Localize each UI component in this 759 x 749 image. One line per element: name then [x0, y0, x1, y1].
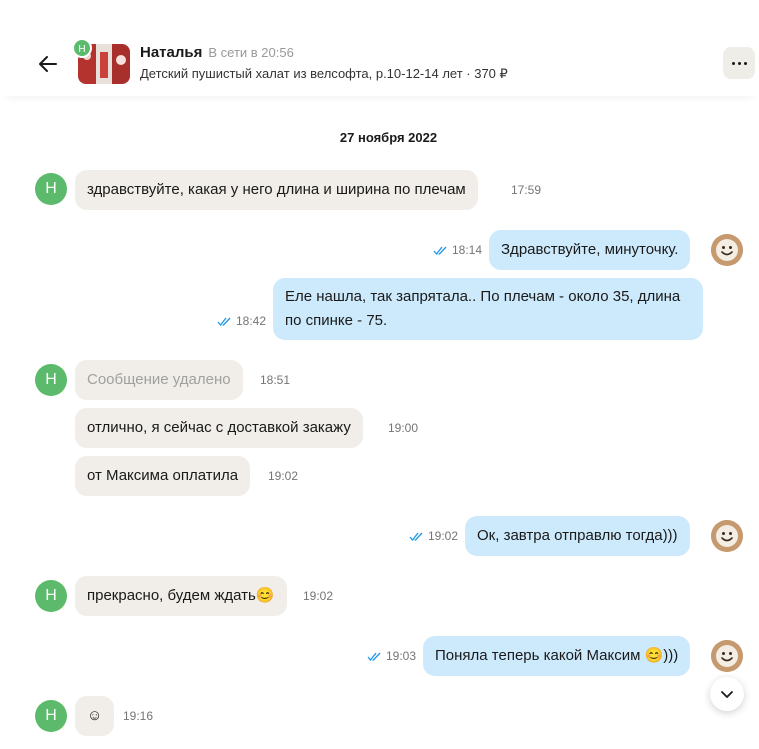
deleted-message-bubble: Сообщение удалено — [75, 360, 243, 400]
chat-header: Н Наталья В сети в 20:56 Детский пушистый… — [0, 0, 759, 96]
message-bubble-incoming[interactable]: от Максима оплатила — [75, 456, 251, 496]
message-time: 19:03 — [367, 649, 416, 663]
message-time: 19:16 — [123, 709, 154, 723]
chevron-down-icon — [721, 691, 733, 698]
message-bubble-outgoing[interactable]: Еле нашла, так запрятала.. По плечам - о… — [273, 278, 703, 340]
contact-line: Наталья В сети в 20:56 — [140, 44, 294, 61]
message-time: 19:02 — [409, 529, 458, 543]
read-checks-icon — [433, 246, 447, 255]
more-dots-icon — [731, 61, 735, 65]
date-separator: 27 ноября 2022 — [339, 130, 438, 145]
read-checks-icon — [217, 317, 231, 326]
message-bubble-incoming[interactable]: прекрасно, будем ждать😊 — [75, 576, 287, 616]
back-button[interactable] — [36, 52, 60, 76]
message-time: 19:02 — [268, 469, 299, 483]
message-time: 19:00 — [388, 421, 419, 435]
my-avatar[interactable] — [711, 640, 743, 672]
message-bubble-outgoing[interactable]: Поняла теперь какой Максим 😊))) — [423, 636, 691, 676]
online-status: В сети в 20:56 — [208, 45, 294, 60]
smiley-avatar-icon — [711, 234, 743, 266]
message-time: 18:51 — [260, 373, 291, 387]
contact-avatar[interactable]: Н — [35, 580, 67, 612]
smiley-avatar-icon — [711, 520, 743, 552]
message-bubble-incoming[interactable]: здравствуйте, какая у него длина и ширин… — [75, 170, 478, 210]
more-options-button[interactable] — [723, 47, 755, 79]
contact-name[interactable]: Наталья — [140, 44, 202, 61]
contact-avatar[interactable]: Н — [35, 700, 67, 732]
message-time: 19:02 — [303, 589, 334, 603]
read-checks-icon — [409, 532, 423, 541]
scroll-to-bottom-button[interactable] — [710, 677, 744, 711]
message-bubble-incoming[interactable]: ☺ — [75, 696, 115, 736]
message-time: 18:42 — [217, 314, 266, 328]
contact-avatar[interactable]: Н — [35, 173, 67, 205]
message-time: 18:14 — [433, 243, 482, 257]
message-bubble-incoming[interactable]: отлично, я сейчас с доставкой закажу — [75, 408, 363, 448]
listing-title[interactable]: Детский пушистый халат из велсофта, р.10… — [140, 66, 508, 82]
read-checks-icon — [367, 652, 381, 661]
my-avatar[interactable] — [711, 520, 743, 552]
arrow-left-icon — [39, 56, 57, 72]
message-time: 17:59 — [511, 183, 542, 197]
contact-mini-avatar: Н — [72, 38, 92, 58]
message-bubble-outgoing[interactable]: Ок, завтра отправлю тогда))) — [465, 516, 690, 556]
my-avatar[interactable] — [711, 234, 743, 266]
smiley-avatar-icon — [711, 640, 743, 672]
contact-avatar[interactable]: Н — [35, 364, 67, 396]
message-bubble-outgoing[interactable]: Здравствуйте, минуточку. — [489, 230, 691, 270]
